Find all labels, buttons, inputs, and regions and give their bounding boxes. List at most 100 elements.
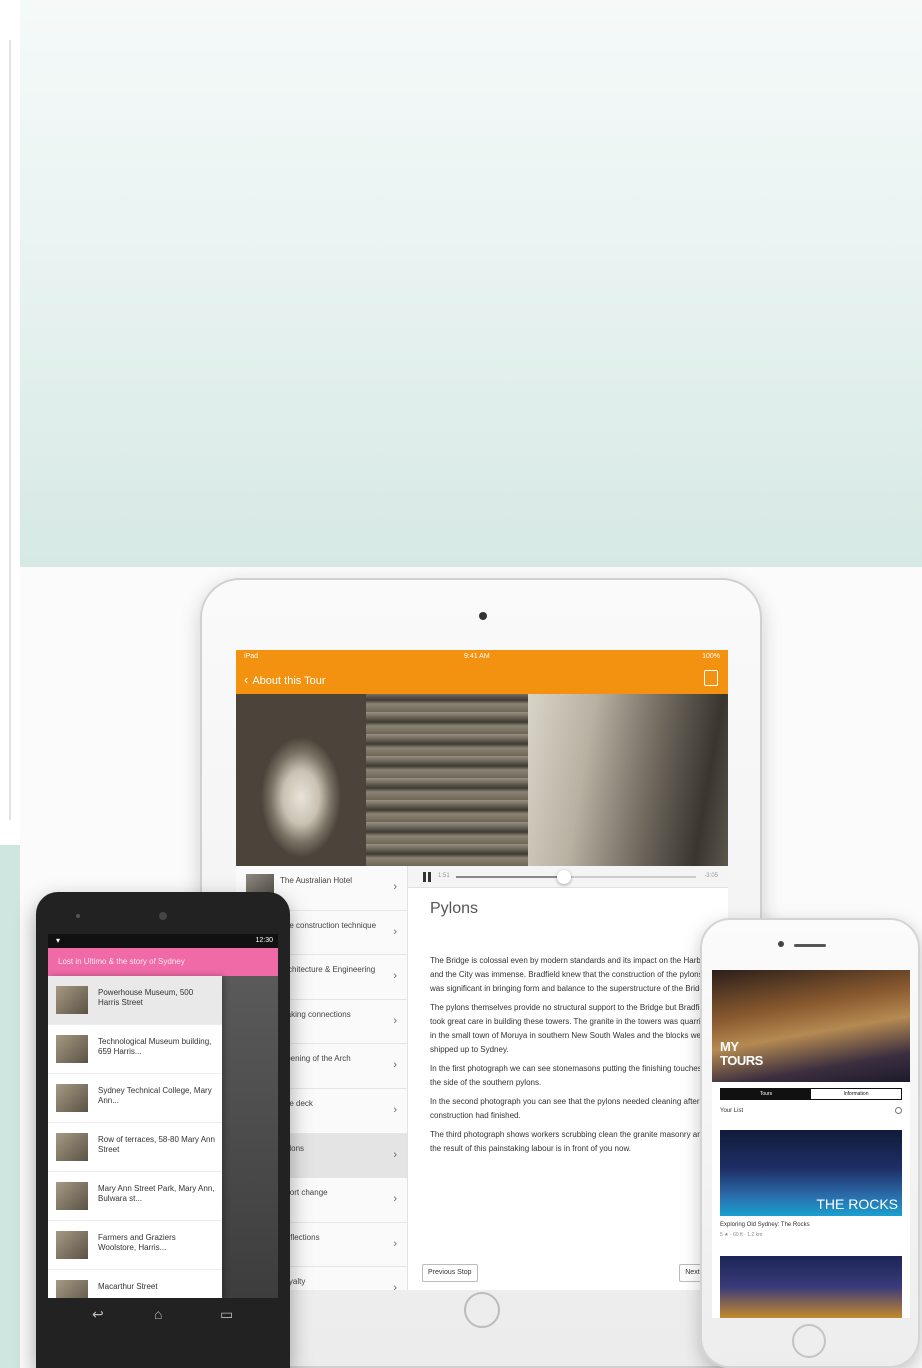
ipad-screen: iPad 9:41 AM 100% ‹ About this Tour The A… (236, 650, 728, 1290)
tab-information[interactable]: Information (811, 1089, 901, 1099)
place-thumbnail (56, 1182, 88, 1210)
place-list-item[interactable]: Sydney Technical College, Mary Ann... (48, 1074, 222, 1123)
stop-list-label: Reflections (280, 1232, 320, 1242)
stop-list-label: Short change (280, 1188, 328, 1198)
settings-icon[interactable] (895, 1107, 902, 1114)
place-label: Row of terraces, 58-80 Mary Ann Street (98, 1135, 215, 1154)
hero-photo-strip (236, 694, 728, 866)
left-border (0, 0, 38, 1368)
hero-title-line: MY (720, 1039, 739, 1054)
place-label: Sydney Technical College, Mary Ann... (98, 1086, 212, 1105)
stop-list-label: Architecture & Engineering (280, 965, 376, 975)
place-thumbnail (56, 1084, 88, 1112)
tour-card-the-rocks[interactable]: THE ROCKS (720, 1130, 902, 1216)
chevron-right-icon: › (393, 1014, 397, 1027)
previous-stop-button[interactable]: Previous Stop (422, 1264, 478, 1282)
stop-list-label: Pylons (280, 1143, 305, 1153)
your-list-label: Your List (720, 1108, 744, 1114)
place-label: Powerhouse Museum, 500 Harris Street (98, 988, 194, 1007)
iphone-segmented-tabs: Tours Information (720, 1088, 902, 1100)
hero-photo-stonemasons (366, 694, 528, 866)
android-status-bar: ▾ 12:30 (48, 934, 278, 948)
audio-progress (456, 876, 564, 878)
place-list-item[interactable]: Row of terraces, 58-80 Mary Ann Street (48, 1123, 222, 1172)
place-label: Mary Ann Street Park, Mary Ann, Bulwara … (98, 1184, 215, 1203)
stop-list-label: Opening of the Arch (280, 1054, 351, 1064)
hero-photo-workers (528, 694, 728, 866)
audio-elapsed: 1:51 (438, 873, 450, 879)
audio-remaining: -3:05 (704, 873, 718, 879)
share-icon[interactable] (704, 670, 718, 686)
place-list-item[interactable]: Technological Museum building, 659 Harri… (48, 1025, 222, 1074)
stop-list-label: Loyalty (280, 1277, 306, 1287)
android-device: ▾ 12:30 Lost in Ultimo & the story of Sy… (36, 892, 290, 1368)
home-icon[interactable]: ⌂ (154, 1306, 162, 1322)
stop-list-label: Making connections (280, 1009, 351, 1019)
stop-paragraph: The Bridge is colossal even by modern st… (430, 956, 713, 993)
android-sensor (76, 914, 80, 918)
chevron-right-icon: › (393, 1237, 397, 1250)
back-icon[interactable]: ↩ (92, 1306, 104, 1323)
place-list-item[interactable]: Macarthur Street (48, 1270, 222, 1298)
left-divider (9, 40, 11, 820)
recents-icon[interactable]: ▭ (220, 1306, 233, 1323)
chevron-right-icon: › (393, 1103, 397, 1116)
audio-scrubber-knob[interactable] (557, 870, 571, 884)
stop-detail: 1:51 -3:05 Pylons The Bridge is colossal… (408, 866, 728, 1290)
tour-card-title: THE ROCKS (816, 1196, 898, 1212)
ipad-status-carrier: iPad (244, 653, 259, 660)
place-list-item[interactable]: Mary Ann Street Park, Mary Ann, Bulwara … (48, 1172, 222, 1221)
ipad-home-button[interactable] (464, 1292, 500, 1328)
pause-icon[interactable] (422, 872, 432, 882)
iphone-speaker (794, 944, 826, 947)
place-label: Farmers and Graziers Woolstore, Harris..… (98, 1233, 176, 1252)
top-banner (20, 0, 922, 567)
wifi-icon: ▾ (56, 936, 61, 945)
chevron-right-icon: › (393, 1059, 397, 1072)
place-label: Technological Museum building, 659 Harri… (98, 1037, 212, 1056)
iphone-hero-image: MY TOURS (712, 970, 910, 1082)
tab-tours[interactable]: Tours (721, 1089, 811, 1099)
ipad-status-bar: iPad 9:41 AM 100% (236, 650, 728, 664)
left-accent-panel (0, 845, 20, 1368)
back-button[interactable]: ‹ About this Tour (244, 672, 326, 687)
place-thumbnail (56, 986, 88, 1014)
chevron-right-icon: › (393, 925, 397, 938)
audio-scrubber[interactable] (456, 870, 696, 884)
place-thumbnail (56, 1133, 88, 1161)
chevron-right-icon: › (393, 970, 397, 983)
place-list-item[interactable]: Farmers and Graziers Woolstore, Harris..… (48, 1221, 222, 1270)
place-label: Macarthur Street (98, 1282, 158, 1291)
stop-paragraph: In the second photograph you can see tha… (430, 1097, 700, 1120)
stop-paragraph: The pylons themselves provide no structu… (430, 1003, 711, 1054)
stop-body-text: The Bridge is colossal even by modern st… (430, 954, 714, 1161)
android-camera (159, 912, 167, 920)
stop-title: Pylons (430, 900, 479, 917)
stop-list-label: The deck (280, 1098, 313, 1108)
tour-card-harbour[interactable] (720, 1256, 902, 1318)
iphone-home-button[interactable] (792, 1324, 826, 1358)
hero-title-line: TOURS (720, 1053, 763, 1068)
android-screen: ▾ 12:30 Lost in Ultimo & the story of Sy… (48, 934, 278, 1298)
android-nav-bar: ↩ ⌂ ▭ (48, 1298, 278, 1332)
iphone-screen: MY TOURS Tours Information Your List THE R… (712, 970, 910, 1318)
chevron-right-icon: › (393, 1148, 397, 1161)
chevron-right-icon: › (393, 1193, 397, 1206)
chevron-right-icon: › (393, 881, 397, 893)
place-list-item[interactable]: Powerhouse Museum, 500 Harris Street (48, 976, 222, 1025)
stop-list-label: The Australian Hotel (280, 876, 353, 885)
android-app-title: Lost in Ultimo & the story of Sydney (58, 957, 185, 966)
iphone-hero-title: MY TOURS (720, 1040, 763, 1068)
iphone-device: MY TOURS Tours Information Your List THE R… (700, 918, 920, 1368)
android-app-bar: Lost in Ultimo & the story of Sydney (48, 948, 278, 976)
place-thumbnail (56, 1280, 88, 1298)
iphone-camera (778, 941, 784, 947)
tour-card-caption: Exploring Old Sydney: The Rocks (720, 1222, 810, 1228)
android-navigation-drawer: Powerhouse Museum, 500 Harris Street Tech… (48, 976, 222, 1298)
chevron-right-icon: › (393, 1282, 397, 1290)
ipad-status-battery: 100% (702, 653, 720, 660)
hero-photo-archway (236, 694, 366, 866)
place-thumbnail (56, 1231, 88, 1259)
chevron-left-icon: ‹ (244, 672, 249, 687)
stop-paragraph: In the first photograph we can see stone… (430, 1064, 711, 1087)
